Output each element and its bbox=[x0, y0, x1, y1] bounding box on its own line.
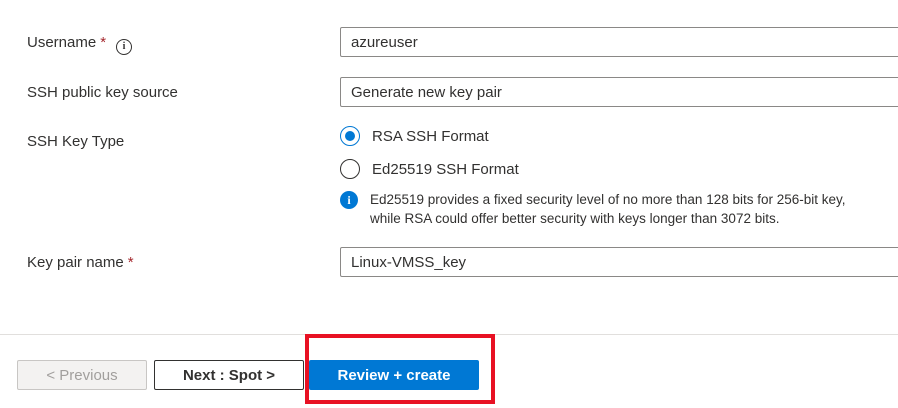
username-label: Username bbox=[27, 34, 97, 51]
username-input-value: azureuser bbox=[351, 33, 418, 51]
radio-unchecked-icon[interactable] bbox=[340, 159, 360, 179]
info-text-line-1: Ed25519 provides a fixed security level … bbox=[370, 192, 846, 207]
required-asterisk: * bbox=[127, 254, 134, 271]
ssh-public-key-source-value: Generate new key pair bbox=[351, 83, 502, 101]
info-text-line-2: while RSA could offer better security wi… bbox=[370, 211, 780, 226]
key-pair-name-label-row: Key pair name * bbox=[27, 254, 134, 271]
key-pair-name-label: Key pair name bbox=[27, 254, 124, 271]
next-spot-button[interactable]: Next : Spot > bbox=[154, 360, 304, 390]
radio-rsa-label: RSA SSH Format bbox=[372, 127, 489, 145]
radio-ed25519-ssh-format[interactable]: Ed25519 SSH Format bbox=[340, 159, 519, 179]
ssh-key-type-label: SSH Key Type bbox=[27, 133, 125, 150]
username-input[interactable]: azureuser bbox=[340, 27, 898, 57]
key-pair-name-value: Linux-VMSS_key bbox=[351, 253, 467, 271]
radio-dot bbox=[345, 131, 355, 141]
username-label-row: Username * i bbox=[27, 34, 133, 55]
info-icon[interactable]: i bbox=[116, 38, 133, 55]
info-filled-icon: i bbox=[340, 191, 358, 209]
previous-button[interactable]: < Previous bbox=[17, 360, 147, 390]
ssh-public-key-source-dropdown[interactable]: Generate new key pair bbox=[340, 77, 898, 107]
radio-rsa-ssh-format[interactable]: RSA SSH Format bbox=[340, 126, 489, 146]
radio-ed25519-label: Ed25519 SSH Format bbox=[372, 160, 519, 178]
key-pair-name-input[interactable]: Linux-VMSS_key bbox=[340, 247, 898, 277]
ssh-public-key-source-label: SSH public key source bbox=[27, 84, 178, 101]
ssh-key-type-info: i Ed25519 provides a fixed security leve… bbox=[340, 190, 846, 228]
required-asterisk: * bbox=[100, 34, 107, 51]
highlight-box bbox=[305, 334, 495, 404]
radio-checked-icon[interactable] bbox=[340, 126, 360, 146]
ssh-key-type-info-text: Ed25519 provides a fixed security level … bbox=[370, 190, 846, 228]
